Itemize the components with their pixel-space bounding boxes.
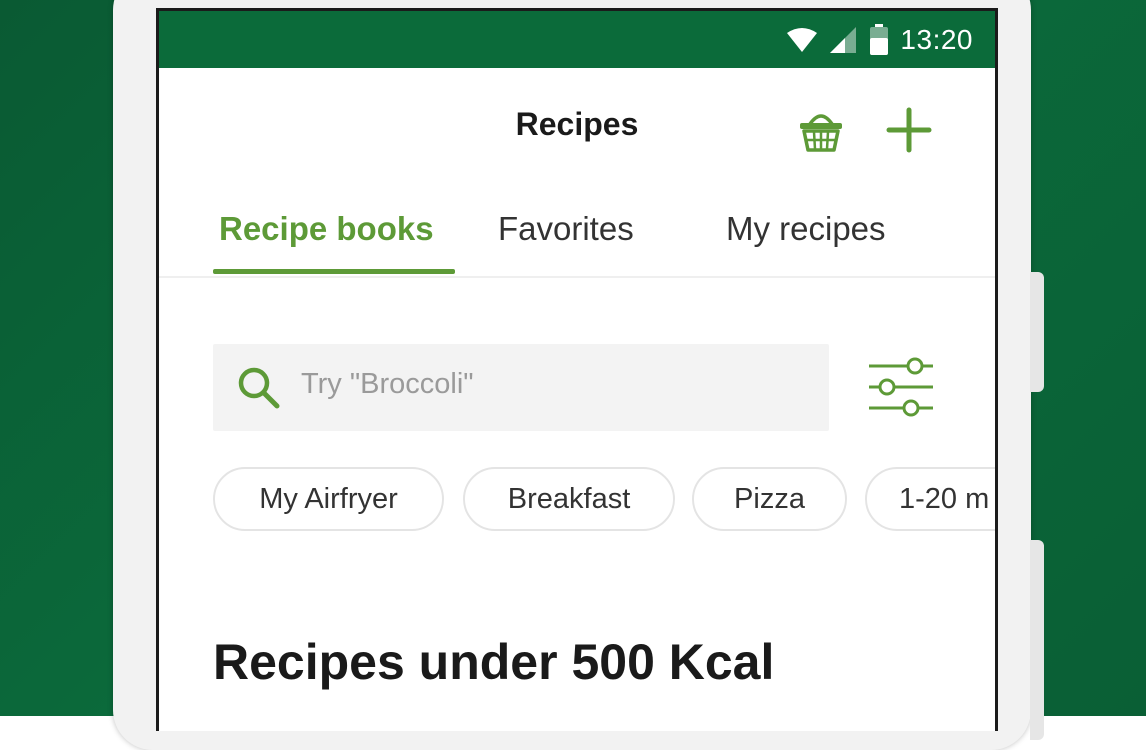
phone-side-button — [1030, 540, 1044, 740]
section-title: Recipes under 500 Kcal — [213, 634, 775, 690]
phone-side-button — [1030, 272, 1044, 392]
app-bar: Recipes — [159, 68, 995, 180]
app-screen: 13:20 Recipes Recipe books Favorites My … — [156, 8, 998, 731]
category-chips: My Airfryer Breakfast Pizza 1-20 m — [213, 467, 995, 537]
page-title: Recipes — [515, 106, 639, 142]
chip-1-20-min[interactable]: 1-20 m — [865, 467, 995, 531]
tab-favorites[interactable]: Favorites — [498, 210, 634, 248]
status-bar: 13:20 — [159, 11, 995, 68]
search-input[interactable]: Try "Broccoli" — [213, 344, 829, 431]
tab-recipe-books[interactable]: Recipe books — [219, 210, 434, 248]
basket-icon[interactable] — [796, 104, 846, 154]
filter-sliders-icon[interactable] — [865, 354, 937, 418]
add-icon[interactable] — [885, 106, 933, 154]
tab-my-recipes[interactable]: My recipes — [726, 210, 886, 248]
status-icons: 13:20 — [786, 11, 973, 68]
chip-breakfast[interactable]: Breakfast — [463, 467, 675, 531]
tab-bar: Recipe books Favorites My recipes — [159, 180, 995, 278]
status-time: 13:20 — [900, 23, 973, 55]
active-tab-indicator — [213, 269, 455, 274]
search-icon — [235, 364, 283, 412]
chip-my-airfryer[interactable]: My Airfryer — [213, 467, 444, 531]
chip-pizza[interactable]: Pizza — [692, 467, 847, 531]
battery-icon — [868, 23, 890, 56]
wifi-icon — [786, 27, 818, 53]
search-placeholder: Try "Broccoli" — [301, 368, 474, 400]
signal-icon — [828, 26, 858, 54]
